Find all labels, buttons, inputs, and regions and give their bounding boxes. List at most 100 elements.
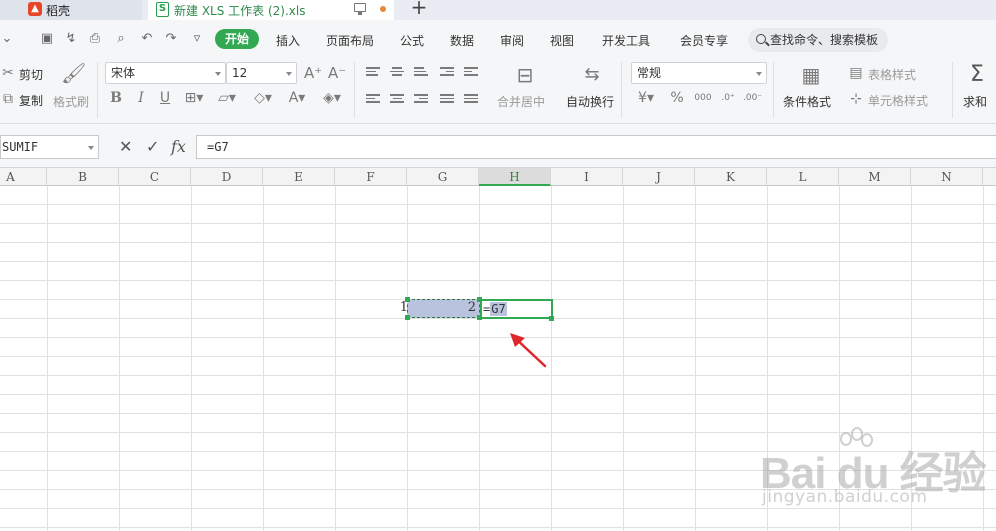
column-header-f[interactable]: F — [335, 168, 407, 186]
copy-button[interactable]: 复制 — [19, 92, 43, 109]
column-header-l[interactable]: L — [767, 168, 839, 186]
undo-icon[interactable]: ↶ — [140, 32, 154, 46]
increase-decimal-icon[interactable]: .0⁺ — [719, 90, 737, 106]
baidu-paw-icon — [840, 427, 873, 447]
font-size-value: 12 — [232, 66, 248, 80]
menu-row: ⌄ ▣ ↯ ⎙ ⌕ ↶ ↷ ▿ 开始 插入 页面布局 公式 数据 审阅 视图 开… — [0, 20, 996, 56]
tab-docer-label: 稻壳 — [46, 3, 71, 18]
distributed-icon[interactable] — [464, 94, 478, 105]
watermark-url: jingyan.baidu.com — [762, 487, 928, 507]
column-header-b[interactable]: B — [47, 168, 119, 186]
formula-bar: SUMIF ✕ ✓ fx =G7 — [0, 124, 996, 168]
tab-docer[interactable]: ▲ 稻壳 — [0, 0, 142, 20]
cell-style-button[interactable]: 单元格样式 — [868, 92, 928, 109]
wrap-text-icon: ⇆ — [584, 64, 600, 85]
align-center-icon[interactable] — [390, 94, 404, 105]
name-box-dropdown-icon[interactable] — [88, 146, 94, 150]
sum-button[interactable]: 求和 — [963, 93, 987, 110]
fill-handle[interactable] — [549, 316, 554, 321]
column-header-c[interactable]: C — [119, 168, 191, 186]
merge-center-button[interactable]: 合并居中 — [497, 93, 545, 110]
monitor-icon[interactable] — [354, 3, 366, 15]
name-box[interactable]: SUMIF — [0, 135, 99, 159]
menu-tab-insert[interactable]: 插入 — [276, 32, 300, 49]
ribbon-divider — [621, 62, 622, 118]
thousands-icon[interactable]: 000 — [694, 90, 712, 106]
wrap-text-button[interactable]: 自动换行 — [566, 93, 614, 110]
column-header-i[interactable]: I — [551, 168, 623, 186]
collapse-chevron-icon[interactable]: ⌄ — [0, 32, 14, 46]
decrease-decimal-icon[interactable]: .00⁻ — [743, 90, 762, 106]
bold-icon[interactable]: B — [109, 90, 123, 106]
fill-color-icon[interactable]: ◇▾ — [252, 90, 274, 106]
column-header-d[interactable]: D — [191, 168, 263, 186]
align-left-icon[interactable] — [366, 94, 380, 105]
export-icon[interactable]: ↯ — [64, 32, 78, 46]
format-painter-button[interactable]: 格式刷 — [53, 93, 89, 110]
customize-dropdown-icon[interactable]: ▿ — [190, 32, 204, 46]
column-header-a[interactable]: A — [0, 168, 47, 186]
column-header-g[interactable]: G — [407, 168, 479, 186]
font-color-icon[interactable]: A▾ — [286, 90, 308, 106]
cell-style-icon[interactable]: ▱▾ — [216, 90, 238, 106]
menu-tab-review[interactable]: 审阅 — [500, 32, 524, 49]
print-preview-icon[interactable]: ⌕ — [114, 32, 128, 46]
menu-tab-formulas[interactable]: 公式 — [400, 32, 424, 49]
cell-style-grid-icon: ⊹ — [850, 91, 862, 107]
column-header-k[interactable]: K — [695, 168, 767, 186]
conditional-format-button[interactable]: 条件格式 — [783, 93, 831, 110]
home-ribbon: ✂ 剪切 ⧉ 复制 🖌 格式刷 宋体 12 A⁺ A⁻ B I U ⊞▾ ▱▾ … — [0, 56, 996, 124]
name-box-value: SUMIF — [2, 140, 39, 154]
decrease-font-icon[interactable]: A⁻ — [328, 65, 346, 81]
percent-icon[interactable]: % — [670, 90, 684, 106]
format-painter-icon: 🖌 — [61, 61, 87, 85]
menu-tab-home[interactable]: 开始 — [215, 29, 259, 49]
formula-input[interactable]: =G7 — [196, 135, 996, 159]
ribbon-divider — [952, 62, 953, 118]
cut-button[interactable]: 剪切 — [19, 66, 43, 83]
reference-corner-handle[interactable] — [405, 297, 410, 302]
justify-icon[interactable] — [440, 94, 454, 105]
table-style-button[interactable]: 表格样式 — [868, 66, 916, 83]
menu-tab-data[interactable]: 数据 — [450, 32, 474, 49]
menu-tab-developer[interactable]: 开发工具 — [602, 32, 650, 49]
menu-tab-view[interactable]: 视图 — [550, 32, 574, 49]
menu-tab-member[interactable]: 会员专享 — [680, 32, 728, 49]
command-search-input[interactable]: 查找命令、搜索模板 — [748, 28, 888, 52]
column-header-j[interactable]: J — [623, 168, 695, 186]
column-header-e[interactable]: E — [263, 168, 335, 186]
confirm-formula-icon[interactable]: ✓ — [146, 137, 159, 157]
decrease-indent-icon[interactable] — [440, 67, 454, 78]
menu-tab-page-layout[interactable]: 页面布局 — [326, 32, 374, 49]
reference-corner-handle[interactable] — [405, 315, 410, 320]
underline-icon[interactable]: U — [158, 90, 172, 106]
italic-icon[interactable]: I — [134, 90, 148, 106]
column-header-n[interactable]: N — [911, 168, 983, 186]
increase-font-icon[interactable]: A⁺ — [304, 65, 322, 81]
copy-icon: ⧉ — [3, 91, 13, 107]
font-name-select[interactable]: 宋体 — [105, 62, 226, 84]
number-format-select[interactable]: 常规 — [631, 62, 767, 84]
increase-indent-icon[interactable] — [464, 67, 478, 78]
cancel-formula-icon[interactable]: ✕ — [119, 137, 132, 157]
clear-icon[interactable]: ◈▾ — [319, 90, 345, 106]
insert-function-icon[interactable]: fx — [171, 137, 186, 157]
column-header-h[interactable]: H — [479, 168, 551, 186]
currency-icon[interactable]: ¥▾ — [635, 90, 657, 106]
align-top-icon[interactable] — [366, 67, 380, 78]
tab-current-file[interactable]: S 新建 XLS 工作表 (2).xls — [148, 0, 394, 20]
align-middle-icon[interactable] — [390, 67, 404, 78]
redo-icon[interactable]: ↷ — [164, 32, 178, 46]
save-icon[interactable]: ▣ — [40, 32, 54, 46]
font-size-select[interactable]: 12 — [226, 62, 297, 84]
cell-h7-active[interactable]: =G7 — [480, 299, 553, 319]
new-tab-button[interactable]: + — [410, 0, 428, 19]
cell-g7-referenced[interactable]: 2 — [407, 299, 480, 318]
column-header-m[interactable]: M — [839, 168, 911, 186]
print-icon[interactable]: ⎙ — [88, 32, 102, 46]
annotation-arrow-icon — [510, 333, 547, 368]
align-right-icon[interactable] — [414, 94, 428, 105]
tab-file-label: 新建 XLS 工作表 (2).xls — [174, 4, 306, 18]
align-bottom-icon[interactable] — [414, 67, 428, 78]
borders-icon[interactable]: ⊞▾ — [183, 90, 205, 106]
